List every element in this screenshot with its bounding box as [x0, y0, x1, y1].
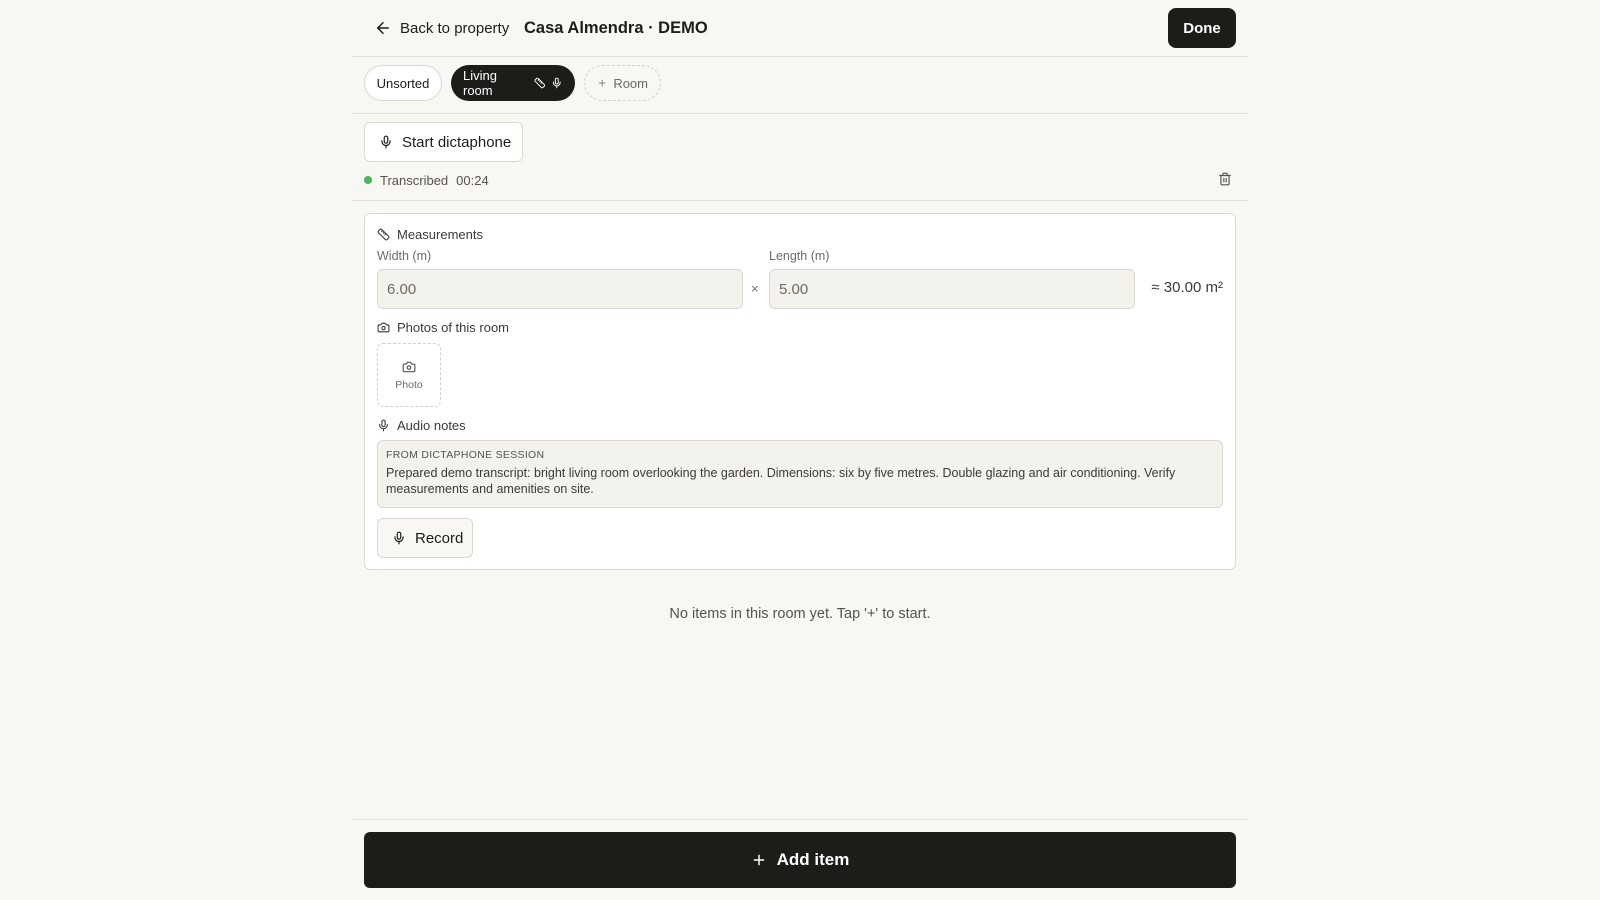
area-result: ≈ 30.00 m²	[1151, 279, 1223, 296]
status-dot	[364, 176, 372, 184]
empty-items-message: No items in this room yet. Tap '+' to st…	[669, 606, 931, 622]
divider	[352, 113, 1248, 114]
tab-living-room-label: Living room	[463, 68, 497, 98]
room-details-card: Measurements Width (m) × Length (m) ≈ 30…	[364, 213, 1236, 570]
divider	[352, 56, 1248, 57]
trash-icon	[1219, 172, 1231, 186]
add-room-label: Room	[613, 75, 648, 91]
tab-unsorted[interactable]: Unsorted	[364, 65, 442, 101]
photo-tile-label: Photo	[395, 378, 423, 391]
camera-icon	[402, 361, 416, 372]
plus-icon	[753, 854, 765, 866]
done-button[interactable]: Done	[1168, 8, 1236, 48]
add-item-label: Add item	[776, 850, 850, 869]
plus-icon	[598, 79, 606, 87]
mic-icon	[379, 419, 388, 432]
recording-duration: 00:24	[456, 172, 489, 188]
mic-icon	[381, 135, 391, 149]
add-room-button[interactable]: Room	[584, 65, 661, 101]
width-field[interactable]	[377, 269, 743, 309]
transcription-status: Transcribed 00:24	[364, 171, 489, 189]
add-item-button[interactable]: Add item	[364, 832, 1236, 888]
divider	[352, 819, 1248, 820]
measurements-label: Measurements	[397, 227, 483, 242]
transcript-text: Prepared demo transcript: bright living …	[386, 466, 1176, 496]
photos-heading: Photos of this room	[377, 320, 509, 335]
ruler-icon	[377, 228, 390, 241]
divider	[352, 200, 1248, 201]
mic-icon	[553, 77, 562, 89]
page-title: Casa Almendra · DEMO	[524, 19, 708, 37]
ruler-icon	[534, 77, 545, 89]
audio-notes-heading: Audio notes	[377, 418, 466, 433]
tab-living-room[interactable]: Living room	[451, 65, 575, 101]
start-dictaphone-button[interactable]: Start dictaphone	[364, 122, 523, 162]
multiply-sign: ×	[751, 281, 759, 296]
arrow-left-icon	[377, 22, 389, 34]
audio-notes-label: Audio notes	[397, 418, 466, 433]
mic-icon	[394, 531, 404, 545]
record-label: Record	[415, 529, 464, 547]
camera-icon	[377, 322, 390, 333]
transcript-box: FROM DICTAPHONE SESSION Prepared demo tr…	[377, 440, 1223, 508]
back-to-property-link[interactable]: Back to property	[374, 16, 509, 40]
add-photo-button[interactable]: Photo	[377, 343, 441, 407]
measurements-heading: Measurements	[377, 227, 483, 242]
length-label: Length (m)	[769, 249, 830, 263]
photos-label: Photos of this room	[397, 320, 509, 335]
length-field[interactable]	[769, 269, 1135, 309]
delete-recording-button[interactable]	[1218, 172, 1234, 188]
transcript-source-heading: FROM DICTAPHONE SESSION	[386, 449, 545, 461]
back-label: Back to property	[400, 19, 510, 37]
width-label: Width (m)	[377, 249, 432, 263]
status-text: Transcribed	[380, 172, 449, 188]
tab-unsorted-label: Unsorted	[376, 75, 430, 91]
room-editor: Back to property Casa Almendra · DEMO Do…	[352, 0, 1248, 900]
start-dictaphone-label: Start dictaphone	[402, 133, 512, 151]
record-button[interactable]: Record	[377, 518, 473, 558]
